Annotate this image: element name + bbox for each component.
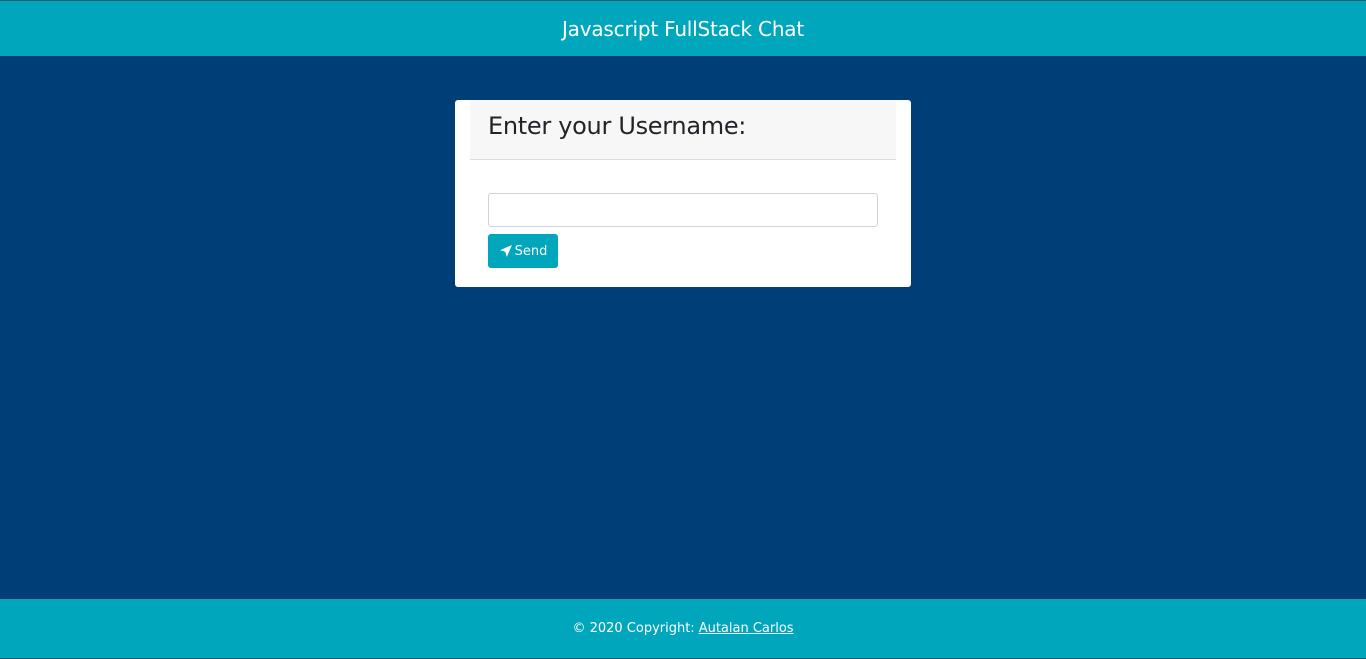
top-navbar: Javascript FullStack Chat: [0, 0, 1366, 56]
author-link[interactable]: Autalan Carlos: [699, 621, 794, 636]
app-title: Javascript FullStack Chat: [561, 16, 804, 41]
username-input[interactable]: [488, 193, 878, 227]
copyright-text: © 2020 Copyright:: [572, 621, 695, 636]
username-card: Enter your Username: Send: [455, 100, 911, 287]
footer: © 2020 Copyright: Autalan Carlos: [0, 599, 1366, 659]
card-header: Enter your Username:: [470, 100, 896, 160]
paper-plane-icon: [499, 244, 513, 258]
send-button-label: Send: [514, 243, 548, 259]
send-button[interactable]: Send: [488, 234, 558, 268]
card-title: Enter your Username:: [488, 112, 747, 140]
